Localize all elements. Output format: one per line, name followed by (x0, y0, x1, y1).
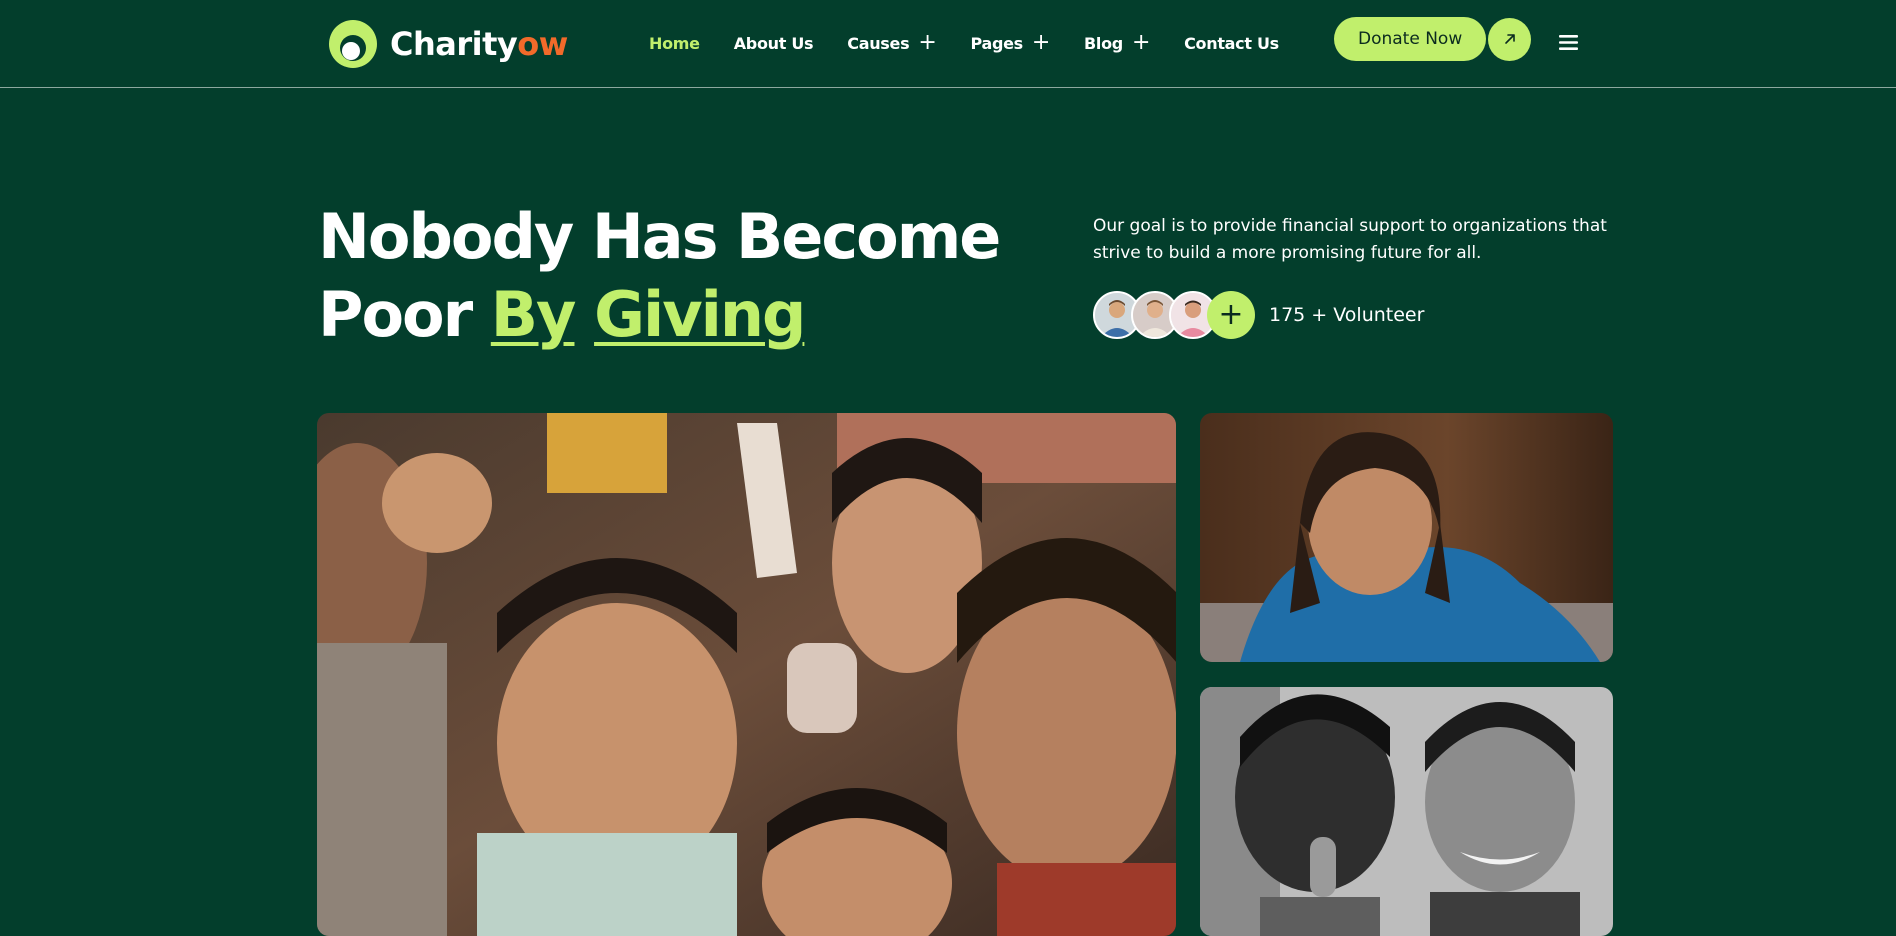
hero-description: Our goal is to provide financial support… (1093, 216, 1607, 263)
logo-text: Charityow (390, 25, 568, 63)
nav-item-home[interactable]: Home (649, 34, 700, 53)
hero-title-highlight-by: By (490, 278, 577, 351)
nav-item-label: Blog (1084, 33, 1123, 53)
nav-item-contact-us[interactable]: Contact Us (1184, 34, 1279, 53)
nav-item-about-us[interactable]: About Us (734, 34, 814, 53)
nav-item-label: Contact Us (1184, 33, 1279, 53)
hero-title-line-2: Poor By Giving (318, 276, 938, 354)
main-nav: Home About Us Causes + Pages + Blog + Co… (649, 28, 1313, 58)
nav-item-label: Pages (970, 33, 1023, 53)
plus-icon[interactable]: + (1132, 32, 1150, 54)
hero-title-line-1: Nobody Has Become (318, 200, 1001, 273)
hero-title: Nobody Has Become Poor By Giving (318, 198, 1001, 354)
volunteer-count: 175 + Volunteer (1269, 304, 1425, 326)
plus-icon: + (1218, 297, 1244, 332)
group-of-smiling-children-photo (317, 413, 1176, 936)
add-volunteer-button[interactable]: + (1207, 291, 1255, 339)
plus-icon[interactable]: + (1032, 32, 1050, 54)
logo-icon (328, 19, 378, 69)
girl-in-blue-sweater-photo (1200, 413, 1613, 662)
nav-item-blog[interactable]: Blog + (1084, 32, 1150, 54)
logo[interactable]: Charityow (328, 18, 568, 70)
nav-item-label: Home (649, 33, 700, 53)
logo-name-accent: ow (517, 25, 568, 63)
nav-item-causes[interactable]: Causes + (847, 32, 936, 54)
plus-icon[interactable]: + (918, 32, 936, 54)
hero-title-plain: Poor (318, 278, 491, 351)
two-boys-black-and-white-photo (1200, 687, 1613, 936)
donate-cta: Donate Now (1334, 17, 1532, 61)
hero-title-highlight-giving: Giving (594, 278, 806, 351)
nav-item-pages[interactable]: Pages + (970, 32, 1050, 54)
site-header: Charityow Home About Us Causes + Pages +… (0, 0, 1896, 88)
donate-now-button[interactable]: Donate Now (1334, 17, 1487, 61)
hamburger-icon[interactable] (1556, 30, 1581, 55)
logo-name-main: Charity (390, 25, 518, 63)
nav-item-label: About Us (733, 33, 814, 53)
volunteer-group: + 175 + Volunteer (1093, 290, 1424, 340)
nav-item-label: Causes (847, 33, 910, 53)
arrow-up-right-icon[interactable] (1488, 17, 1532, 61)
